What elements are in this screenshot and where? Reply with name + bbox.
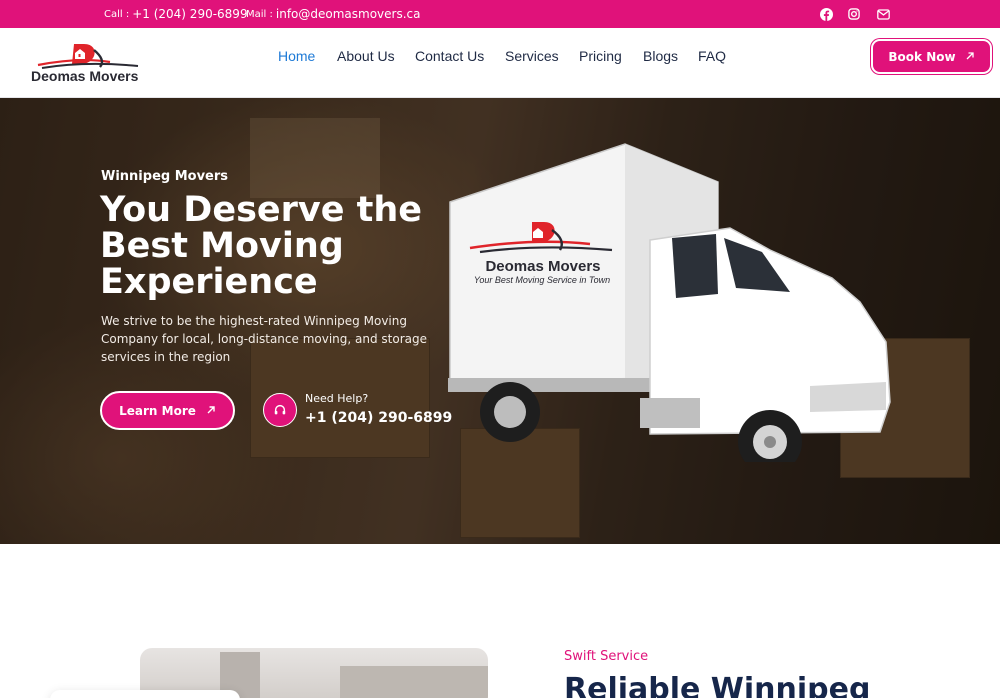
nav-contact-us[interactable]: Contact Us [415,28,484,84]
hero-title: You Deserve the Best Moving Experience [100,190,423,302]
nav-faq[interactable]: FAQ [698,28,726,84]
logo-text: Deomas Movers [31,68,139,84]
learn-more-button[interactable]: Learn More [100,391,235,430]
section-title: Reliable Winnipeg [564,672,871,698]
section-eyebrow: Swift Service [564,649,649,664]
need-help-label: Need Help? [305,392,369,405]
nav-blogs[interactable]: Blogs [643,28,678,84]
truck-tagline: Your Best Moving Service in Town [473,275,611,285]
hero-description: We strive to be the highest-rated Winnip… [101,314,427,364]
topbar-phone[interactable]: Call : +1 (204) 290-6899 [104,0,248,28]
learn-more-label: Learn More [119,403,196,418]
arrow-up-right-icon [965,50,975,64]
book-now-button[interactable]: Book Now [873,41,990,72]
email-label: Mail : [246,8,273,20]
site-header: Deomas Movers Home About Us Contact Us S… [0,28,1000,98]
envelope-icon[interactable] [875,6,891,22]
phone-number[interactable]: +1 (204) 290-6899 [132,7,247,21]
nav-services[interactable]: Services [505,28,559,84]
book-now-label: Book Now [888,49,956,64]
hero-section: Winnipeg Movers You Deserve the Best Mov… [0,98,1000,544]
phone-label: Call : [104,8,130,20]
top-bar: Call : +1 (204) 290-6899 Mail : info@deo… [0,0,1000,28]
moving-truck-image: Deomas Movers Your Best Moving Service i… [440,142,900,474]
email-address[interactable]: info@deomasmovers.ca [276,7,421,21]
hero-eyebrow: Winnipeg Movers [101,169,229,184]
headset-icon[interactable] [263,393,297,427]
logo[interactable]: Deomas Movers [30,40,145,88]
nav-about-us[interactable]: About Us [337,28,395,84]
photo-detail [340,666,488,698]
arrow-up-right-icon [206,404,216,418]
nav-pricing[interactable]: Pricing [579,28,622,84]
nav-home[interactable]: Home [278,28,315,84]
facebook-icon[interactable] [818,6,834,22]
help-phone-number[interactable]: +1 (204) 290-6899 [305,410,452,426]
truck-brand-text: Deomas Movers [485,258,601,275]
floating-card [50,690,240,698]
instagram-icon[interactable] [846,6,862,22]
topbar-email[interactable]: Mail : info@deomasmovers.ca [246,0,420,28]
